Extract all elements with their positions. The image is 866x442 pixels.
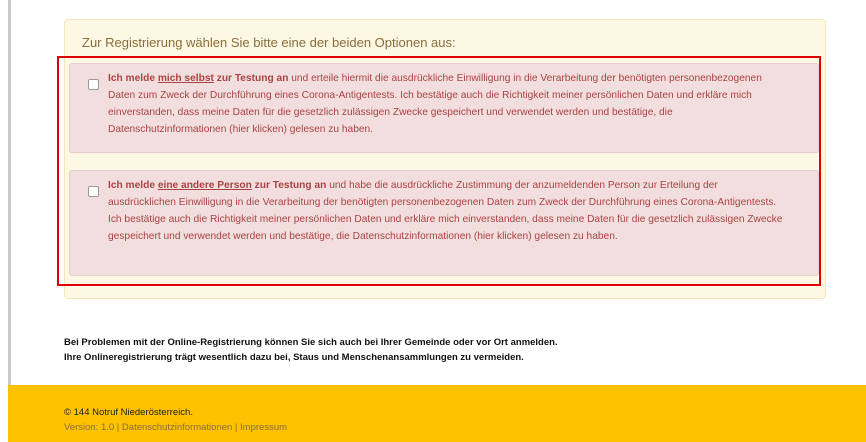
footer-links: Version: 1.0 | Datenschutzinformationen … (64, 422, 287, 433)
footer-privacy-link[interactable]: Datenschutzinformationen (122, 422, 232, 433)
footer-version: Version: 1.0 (64, 422, 115, 433)
highlight-frame (57, 56, 821, 286)
page-left-border (8, 0, 11, 385)
footer: © 144 Notruf Niederösterreich. Version: … (8, 385, 866, 442)
info-line-benefit: Ihre Onlineregistrierung trägt wesentlic… (64, 352, 524, 363)
footer-copyright: © 144 Notruf Niederösterreich. (64, 407, 193, 418)
footer-imprint-link[interactable]: Impressum (240, 422, 287, 433)
footer-separator: | (114, 422, 122, 433)
panel-heading: Zur Registrierung wählen Sie bitte eine … (82, 35, 456, 50)
footer-separator: | (232, 422, 241, 433)
info-text: Bei Problemen mit der Online-Registrieru… (64, 335, 558, 365)
info-line-problems: Bei Problemen mit der Online-Registrieru… (64, 337, 558, 348)
